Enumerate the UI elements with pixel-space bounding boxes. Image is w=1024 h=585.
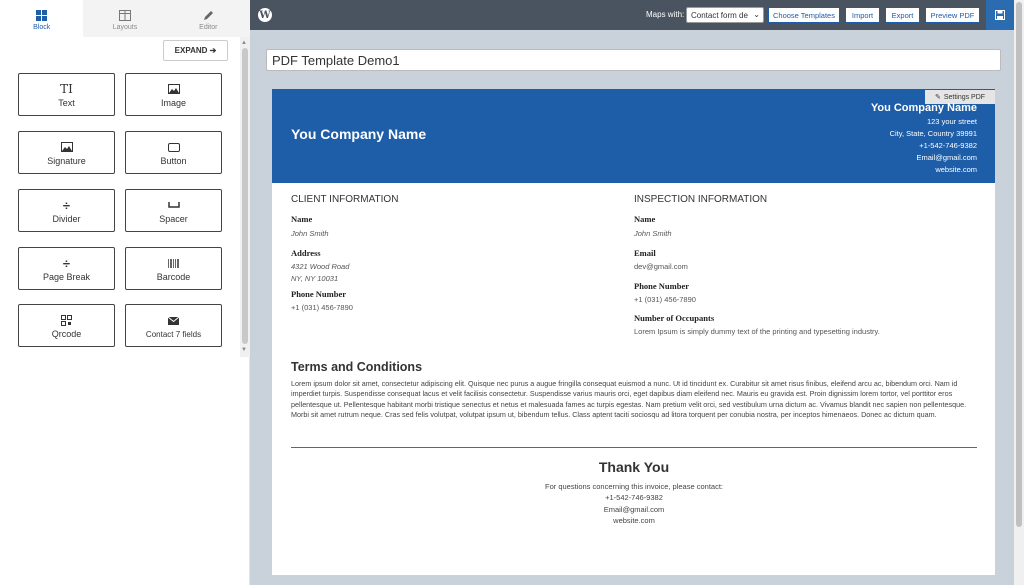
wordpress-icon[interactable]: W	[258, 8, 272, 22]
inspection-phone-label: Phone Number	[634, 281, 690, 291]
block-divider[interactable]: ÷ Divider	[18, 189, 115, 232]
choose-templates-button[interactable]: Choose Templates	[768, 7, 840, 23]
occupants-value: Lorem Ipsum is simply dummy text of the …	[634, 327, 880, 336]
block-barcode[interactable]: Barcode	[125, 247, 222, 290]
divider-icon: ÷	[62, 197, 71, 213]
header-city: City, State, Country 39991	[889, 129, 977, 138]
client-address-label: Address	[291, 248, 321, 258]
tab-label: Editor	[199, 24, 218, 31]
company-name: You Company Name	[291, 126, 427, 142]
block-label: Image	[160, 98, 186, 108]
block-text[interactable]: TI Text	[18, 73, 115, 116]
inspection-name-value: John Smith	[634, 229, 672, 238]
blocks-icon	[0, 8, 83, 22]
scroll-down-arrow[interactable]: ▼	[241, 347, 247, 353]
footer-phone: +1-542-746-9382	[605, 493, 663, 502]
occupants-label: Number of Occupants	[634, 313, 715, 323]
inspection-email-label: Email	[634, 248, 656, 258]
footer-email: Email@gmail.com	[603, 505, 665, 514]
block-page-break[interactable]: ÷ Page Break	[18, 247, 115, 290]
block-label: Barcode	[156, 272, 191, 282]
client-phone-value: +1 (031) 456-7890	[291, 303, 353, 312]
qrcode-icon	[61, 312, 72, 328]
client-address-line2: NY, NY 10031	[291, 274, 339, 283]
block-label: Contact 7 fields	[145, 329, 202, 339]
layouts-icon	[83, 8, 166, 22]
client-name-label: Name	[291, 214, 313, 224]
client-phone-label: Phone Number	[291, 289, 347, 299]
tab-label: Layouts	[112, 24, 138, 31]
page-scroll-thumb[interactable]	[1016, 2, 1022, 527]
barcode-icon	[167, 255, 180, 271]
export-button[interactable]: Export	[885, 7, 920, 23]
block-contact-7-fields[interactable]: Contact 7 fields	[125, 304, 222, 347]
footer-website: website.com	[613, 516, 655, 525]
envelope-icon	[168, 313, 179, 329]
pencil-icon	[167, 8, 250, 22]
contact-form-select[interactable]: Contact form de ⌄	[686, 7, 764, 23]
text-icon: TI	[60, 82, 73, 96]
block-spacer[interactable]: Spacer	[125, 189, 222, 232]
signature-icon	[60, 139, 73, 155]
inspection-info-heading: INSPECTION INFORMATION	[634, 194, 768, 205]
chevron-down-icon: ⌄	[753, 10, 760, 19]
select-value: Contact form de	[691, 11, 748, 20]
block-image[interactable]: Image	[125, 73, 222, 116]
tab-block[interactable]: Block	[0, 0, 84, 37]
import-button[interactable]: Import	[845, 7, 880, 23]
inspection-name-label: Name	[634, 214, 656, 224]
inspection-phone-value: +1 (031) 456-7890	[634, 295, 696, 304]
divider-line	[291, 447, 977, 448]
preview-pdf-button[interactable]: Preview PDF	[925, 7, 980, 23]
block-label: Signature	[47, 156, 86, 166]
terms-heading: Terms and Conditions	[291, 360, 423, 374]
expand-button[interactable]: EXPAND ➔	[163, 40, 228, 61]
terms-body: Lorem ipsum dolor sit amet, consectetur …	[291, 379, 967, 420]
sidebar-tabs: Block Layouts Editor	[0, 0, 250, 37]
button-icon	[167, 139, 180, 155]
block-button[interactable]: Button	[125, 131, 222, 174]
block-label: Spacer	[159, 214, 188, 224]
block-label: Page Break	[42, 272, 91, 282]
block-label: Text	[58, 98, 75, 108]
thank-you-heading: Thank You	[598, 459, 670, 475]
spacer-icon	[167, 197, 180, 213]
footer-contact-line: For questions concerning this invoice, p…	[544, 482, 723, 491]
block-label: Divider	[52, 214, 81, 224]
tab-editor[interactable]: Editor	[167, 0, 250, 37]
save-button[interactable]	[986, 0, 1014, 30]
settings-pdf-label: Settings PDF	[943, 93, 986, 101]
pencil-icon: ✎	[934, 94, 941, 101]
template-title-input[interactable]: PDF Template Demo1	[266, 49, 1001, 71]
image-icon	[167, 81, 180, 97]
save-icon	[995, 10, 1005, 20]
tab-layouts[interactable]: Layouts	[83, 0, 166, 37]
scroll-up-arrow[interactable]: ▲	[241, 40, 247, 46]
block-label: Qrcode	[51, 329, 82, 339]
block-signature[interactable]: Signature	[18, 131, 115, 174]
header-company-name: You Company Name	[870, 102, 977, 114]
tab-label: Block	[33, 24, 51, 31]
block-qrcode[interactable]: Qrcode	[18, 304, 115, 347]
page-break-icon: ÷	[62, 255, 71, 271]
sidebar-scroll-thumb[interactable]	[242, 48, 248, 344]
header-phone: +1-542-746-9382	[919, 141, 977, 150]
header-website: website.com	[935, 165, 977, 174]
block-label: Button	[160, 156, 187, 166]
inspection-email-value: dev@gmail.com	[634, 262, 688, 271]
maps-with-label: Maps with:	[646, 10, 685, 19]
header-email: Email@gmail.com	[916, 153, 977, 162]
client-address-line1: 4321 Wood Road	[291, 262, 350, 271]
client-name-value: John Smith	[291, 229, 329, 238]
header-street: 123 your street	[926, 117, 977, 126]
client-info-heading: CLIENT INFORMATION	[291, 194, 399, 205]
